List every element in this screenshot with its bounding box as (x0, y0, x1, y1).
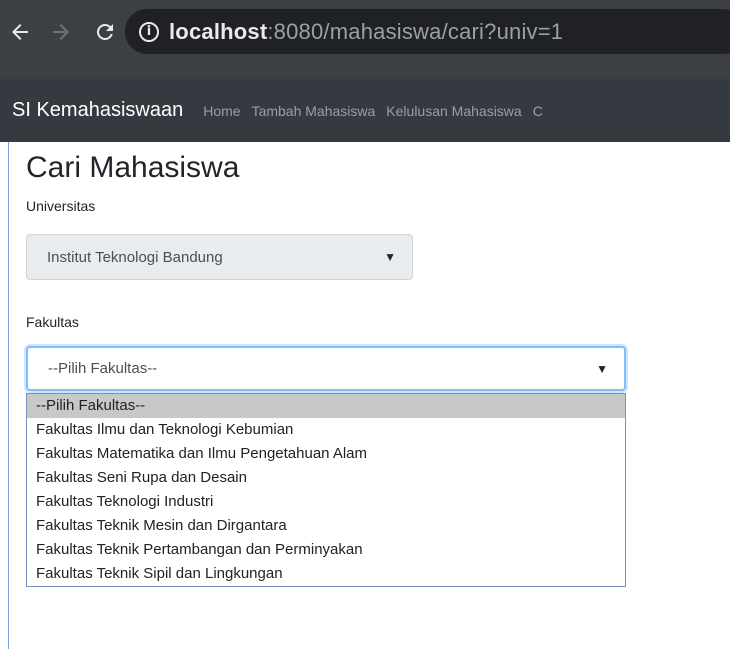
url-text[interactable]: localhost:8080/mahasiswa/cari?univ=1 (169, 19, 563, 45)
nav-link-home[interactable]: Home (203, 103, 240, 119)
caret-down-icon: ▼ (384, 250, 396, 264)
fakultas-option[interactable]: Fakultas Matematika dan Ilmu Pengetahuan… (27, 442, 625, 466)
fakultas-option[interactable]: Fakultas Teknologi Industri (27, 490, 625, 514)
page-edge-divider (8, 142, 9, 649)
forward-button[interactable] (47, 18, 75, 46)
fakultas-option[interactable]: Fakultas Teknik Pertambangan dan Perminy… (27, 538, 625, 562)
page-title: Cari Mahasiswa (26, 151, 240, 184)
universitas-label: Universitas (26, 198, 96, 214)
info-icon[interactable]: i (139, 21, 159, 42)
search-form: Cari Mahasiswa Universitas Institut Tekn… (26, 142, 726, 587)
fakultas-dropdown-list: --Pilih Fakultas-- Fakultas Ilmu dan Tek… (26, 393, 626, 587)
fakultas-select[interactable]: --Pilih Fakultas-- ▼ (26, 346, 626, 391)
fakultas-option[interactable]: --Pilih Fakultas-- (27, 394, 625, 418)
reload-button[interactable] (91, 18, 119, 46)
fakultas-option[interactable]: Fakultas Seni Rupa dan Desain (27, 466, 625, 490)
arrow-right-icon (53, 24, 69, 40)
fakultas-select-value: --Pilih Fakultas-- (48, 360, 158, 377)
universitas-select: Institut Teknologi Bandung ▼ (26, 234, 413, 280)
fakultas-option[interactable]: Fakultas Ilmu dan Teknologi Kebumian (27, 418, 625, 442)
url-host: localhost (169, 18, 268, 44)
app-navbar: SI Kemahasiswaan Home Tambah Mahasiswa K… (0, 79, 730, 142)
universitas-select-value: Institut Teknologi Bandung (47, 248, 223, 266)
nav-link-kelulusan-mahasiswa[interactable]: Kelulusan Mahasiswa (386, 103, 521, 119)
fakultas-option[interactable]: Fakultas Teknik Mesin dan Dirgantara (27, 514, 625, 538)
url-path: :8080/mahasiswa/cari?univ=1 (267, 18, 564, 44)
reload-icon (96, 23, 113, 40)
fakultas-label: Fakultas (26, 314, 79, 330)
address-bar[interactable]: i localhost:8080/mahasiswa/cari?univ=1 (125, 9, 730, 54)
browser-toolbar: i localhost:8080/mahasiswa/cari?univ=1 (0, 0, 730, 79)
nav-link-tambah-mahasiswa[interactable]: Tambah Mahasiswa (252, 103, 376, 119)
fakultas-option[interactable]: Fakultas Teknik Sipil dan Lingkungan (27, 562, 625, 586)
arrow-left-icon (12, 24, 28, 40)
caret-down-icon: ▼ (596, 361, 608, 376)
nav-link-cut-off[interactable]: C (533, 103, 543, 119)
back-button[interactable] (6, 18, 34, 46)
brand-link[interactable]: SI Kemahasiswaan (12, 99, 183, 122)
